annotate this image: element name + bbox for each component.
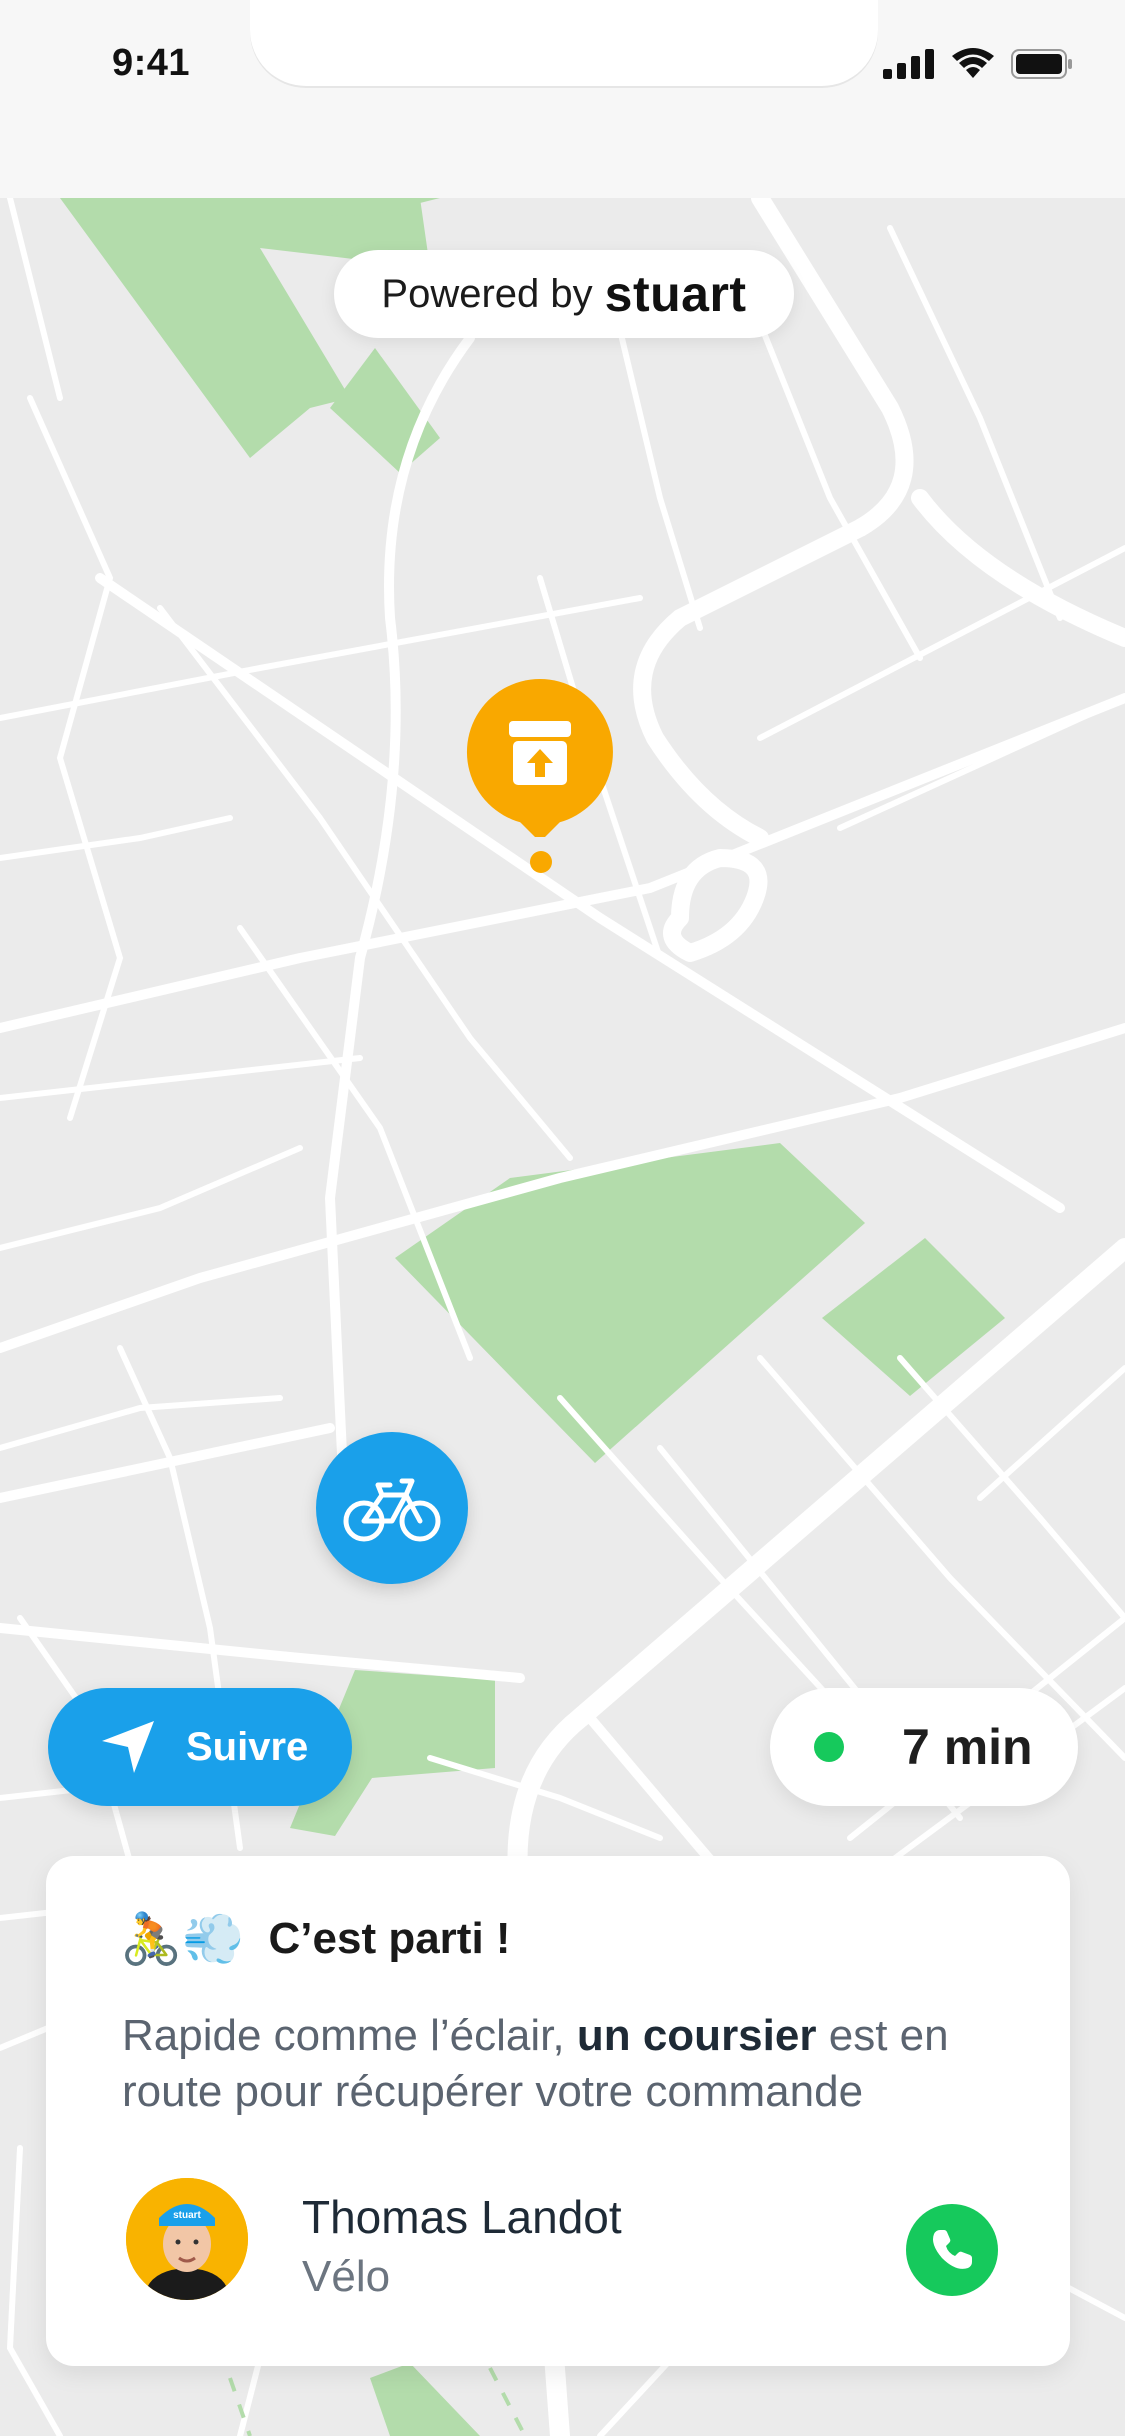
helmet-logo: stuart [173, 2210, 201, 2221]
delivery-status-card: 🚴💨 C’est parti ! Rapide comme l’éclair, … [46, 1856, 1070, 2366]
signal-icon [883, 49, 934, 79]
courier-marker[interactable] [316, 1432, 468, 1584]
follow-button[interactable]: Suivre [48, 1688, 352, 1806]
status-dot [814, 1732, 844, 1762]
eta-value: 7 min [902, 1719, 1033, 1775]
pickup-location-pin[interactable] [465, 677, 615, 842]
eta-badge: 7 min [770, 1688, 1078, 1806]
battery-icon [1011, 49, 1072, 79]
call-courier-button[interactable] [906, 2204, 998, 2296]
wifi-icon [952, 48, 994, 78]
status-icons [883, 48, 1073, 80]
message-highlight: un coursier [576, 2011, 817, 2060]
courier-name: Thomas Landot [302, 2191, 622, 2243]
courier-photo: stuart [126, 2178, 248, 2300]
stuart-logo: stuart [604, 266, 747, 322]
message-part-1: Rapide comme l’éclair, [122, 2011, 565, 2060]
courier-vehicle: Vélo [302, 2252, 391, 2301]
status-time: 9:41 [112, 42, 191, 84]
follow-button-label: Suivre [186, 1724, 309, 1769]
card-title: C’est parti ! [268, 1914, 511, 1963]
pickup-point-dot [530, 851, 552, 873]
app-screen: 9:41 Powered by stuart Suivre 7 min 🚴💨 C… [0, 0, 1125, 2436]
card-header: 🚴💨 C’est parti ! [120, 1914, 511, 1964]
card-message: Rapide comme l’éclair, un coursier est e… [122, 2008, 1022, 2120]
phone-icon [933, 2230, 972, 2269]
device-notch [250, 0, 878, 86]
package-pickup-icon [466, 679, 613, 842]
powered-by-badge: Powered by stuart [334, 250, 794, 338]
navigation-arrow-icon [102, 1721, 154, 1773]
cyclist-emoji-icon: 🚴💨 [120, 1910, 245, 1968]
status-bar: 9:41 [0, 0, 1125, 198]
powered-by-label: Powered by [381, 271, 593, 316]
courier-avatar: stuart [126, 2178, 248, 2300]
bicycle-icon [343, 1478, 441, 1542]
